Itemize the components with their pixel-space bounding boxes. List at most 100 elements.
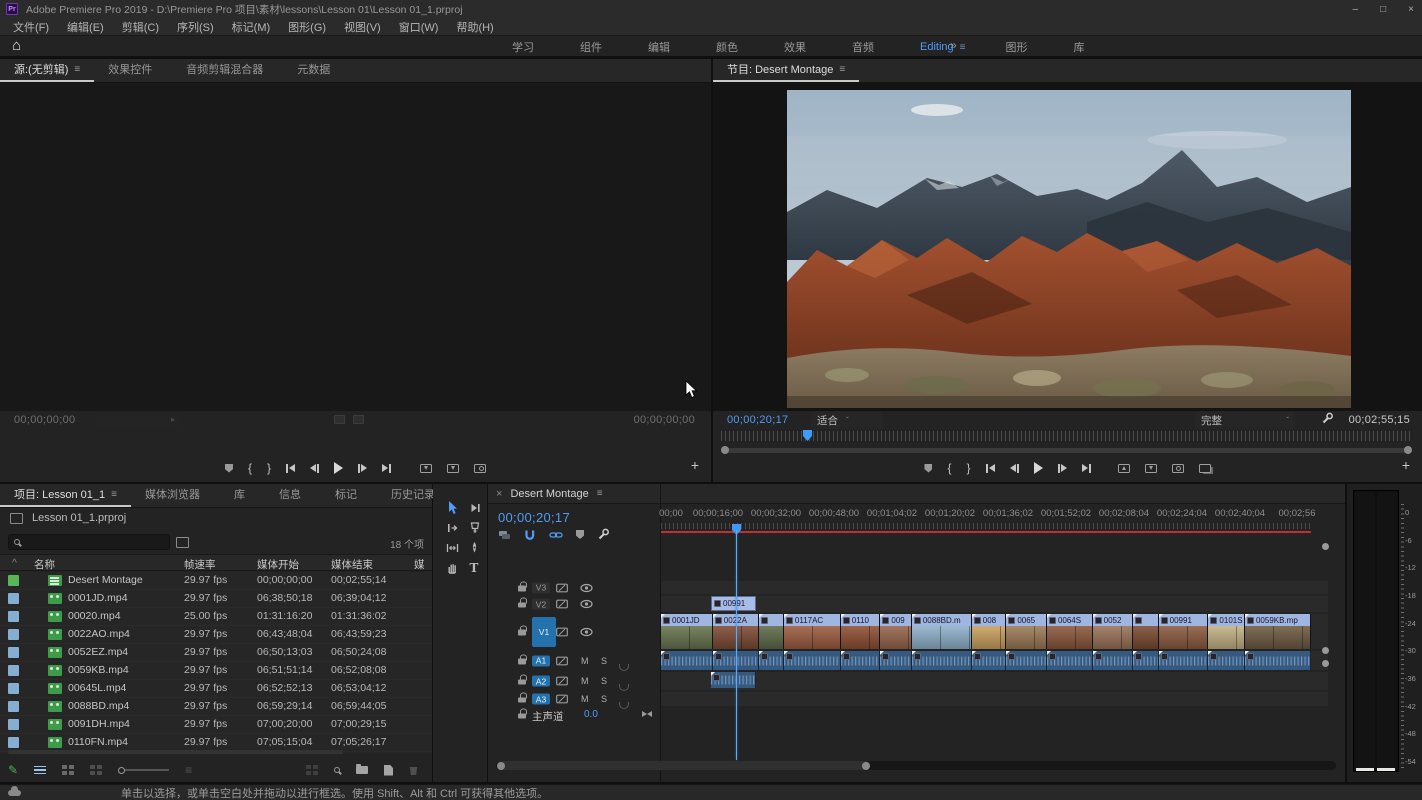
- selection-tool[interactable]: [446, 501, 459, 515]
- timeline-video-clip[interactable]: [759, 614, 784, 649]
- new-bin-button[interactable]: [356, 766, 368, 774]
- workspace-tab[interactable]: 图形: [985, 39, 1053, 55]
- track-target-button[interactable]: A2: [532, 676, 550, 687]
- nest-toggle-icon[interactable]: [498, 529, 511, 541]
- timeline-audio-clip[interactable]: [1093, 651, 1134, 670]
- lock-icon[interactable]: [518, 625, 526, 638]
- master-volume-value[interactable]: 0.0: [584, 709, 598, 720]
- timeline-audio-clip[interactable]: [759, 651, 784, 670]
- track-select-forward-tool[interactable]: [468, 501, 481, 515]
- fit-dropdown[interactable]: 适合 ˇ: [811, 412, 883, 429]
- project-row[interactable]: 0022AO.mp4 29.97 fps 06;43;48;04 06;43;5…: [0, 626, 432, 644]
- panel-tab[interactable]: 效果控件: [94, 57, 172, 82]
- timeline-video-clip[interactable]: 00991: [711, 596, 756, 611]
- settings-wrench-icon[interactable]: [1321, 412, 1334, 425]
- lock-icon[interactable]: [518, 581, 526, 594]
- button-editor-button[interactable]: +: [1402, 457, 1410, 473]
- drag-video-icon[interactable]: [334, 415, 345, 424]
- sync-lock-icon[interactable]: [556, 677, 568, 686]
- resolution-dropdown[interactable]: 完整 ˇ: [1195, 412, 1295, 429]
- workspace-tab[interactable]: 颜色: [696, 39, 764, 55]
- add-marker-button[interactable]: [225, 464, 233, 473]
- timeline-video-clip[interactable]: 0117AC: [784, 614, 841, 649]
- automate-to-sequence-button[interactable]: [306, 765, 318, 775]
- insert-button[interactable]: [420, 464, 432, 473]
- go-to-in-button[interactable]: [286, 464, 295, 473]
- timeline-audio-clip[interactable]: [1208, 651, 1245, 670]
- timeline-tab[interactable]: Desert Montage: [510, 488, 588, 500]
- panel-tab[interactable]: 标记: [321, 482, 377, 507]
- search-input[interactable]: [27, 535, 157, 549]
- ripple-edit-tool[interactable]: [446, 521, 459, 535]
- eye-icon[interactable]: [580, 583, 593, 592]
- source-zoom-dropdown[interactable]: ▸: [96, 413, 180, 428]
- timeline-video-clip[interactable]: 0110: [841, 614, 881, 649]
- sync-lock-icon[interactable]: [556, 695, 568, 704]
- project-row[interactable]: 0052EZ.mp4 29.97 fps 06;50;13;03 06;50;2…: [0, 644, 432, 662]
- timeline-video-clip[interactable]: 0064S: [1047, 614, 1093, 649]
- panel-tab[interactable]: 媒体浏览器: [131, 482, 220, 507]
- go-to-out-button[interactable]: [1082, 464, 1091, 473]
- hscroll-handle-left[interactable]: [497, 762, 505, 770]
- menu-item[interactable]: 帮助(H): [447, 19, 502, 35]
- menu-item[interactable]: 序列(S): [168, 19, 223, 35]
- step-back-button[interactable]: [1010, 464, 1019, 473]
- panel-menu-icon[interactable]: ≡: [111, 489, 117, 500]
- type-tool[interactable]: T: [470, 561, 479, 575]
- program-tab[interactable]: 节目: Desert Montage ≡: [713, 57, 859, 82]
- workspace-tab[interactable]: 音频: [832, 39, 900, 55]
- audio-meters[interactable]: [1353, 490, 1399, 772]
- zoom-slider[interactable]: [118, 767, 169, 774]
- panel-menu-icon[interactable]: ≡: [597, 488, 603, 499]
- label-chip[interactable]: [8, 665, 19, 676]
- timeline-ruler[interactable]: 00;0000;00;16;0000;00;32;0000;00;48;0000…: [661, 508, 1328, 522]
- hand-tool[interactable]: [446, 561, 459, 575]
- workspace-tab[interactable]: 组件: [560, 39, 628, 55]
- track-target-button[interactable]: V1: [532, 617, 556, 647]
- mute-button[interactable]: M: [581, 676, 589, 686]
- minimize-button[interactable]: –: [1353, 4, 1359, 15]
- timeline-timecode[interactable]: 00;00;20;17: [498, 510, 570, 525]
- freeform-view-button[interactable]: [90, 765, 102, 775]
- mark-in-button[interactable]: {: [248, 463, 252, 473]
- label-chip[interactable]: [8, 701, 19, 712]
- add-marker-button[interactable]: [924, 464, 932, 473]
- workspace-tab[interactable]: 编辑: [628, 39, 696, 55]
- panel-tab[interactable]: 源:(无剪辑) ≡: [0, 57, 94, 82]
- lock-icon[interactable]: [518, 693, 526, 706]
- timeline-playhead[interactable]: [732, 524, 741, 535]
- timeline-video-clip[interactable]: 008: [972, 614, 1007, 649]
- track-target-button[interactable]: V3: [532, 582, 550, 593]
- timeline-settings-icon[interactable]: [597, 528, 610, 541]
- search-box[interactable]: [8, 534, 170, 550]
- workspace-tab[interactable]: 效果: [764, 39, 832, 55]
- sync-lock-icon[interactable]: [556, 627, 568, 636]
- timeline-video-clip[interactable]: 0059KB.mp: [1245, 614, 1311, 649]
- export-frame-button[interactable]: [474, 464, 486, 473]
- project-breadcrumb[interactable]: Lesson 01_1.prproj: [32, 512, 126, 524]
- program-zoom-scrollbar[interactable]: [723, 448, 1410, 453]
- hscroll-handle-right[interactable]: [862, 762, 870, 770]
- vertical-scroll-handle[interactable]: [1322, 543, 1329, 550]
- vertical-scroll-handle[interactable]: [1322, 660, 1329, 667]
- add-marker-icon[interactable]: [576, 530, 584, 539]
- timeline-audio-clip[interactable]: [912, 651, 972, 670]
- panel-tab[interactable]: 元数据: [283, 57, 350, 82]
- project-row[interactable]: 0001JD.mp4 29.97 fps 06;38;50;18 06;39;0…: [0, 590, 432, 608]
- menu-item[interactable]: 标记(M): [223, 19, 280, 35]
- step-forward-button[interactable]: [1058, 464, 1067, 473]
- lock-icon[interactable]: [518, 709, 526, 722]
- step-back-button[interactable]: [310, 464, 319, 473]
- eye-icon[interactable]: [580, 600, 593, 609]
- timeline-audio-clip[interactable]: [880, 651, 911, 670]
- extract-button[interactable]: [1145, 464, 1157, 473]
- timeline-audio-clip[interactable]: [1047, 651, 1093, 670]
- filter-bin-icon[interactable]: [176, 537, 189, 548]
- timeline-video-clip[interactable]: 0065: [1006, 614, 1047, 649]
- solo-button[interactable]: S: [601, 656, 607, 666]
- sync-status-icon[interactable]: [8, 790, 21, 796]
- drag-audio-icon[interactable]: [353, 415, 364, 424]
- sync-lock-icon[interactable]: [556, 583, 568, 592]
- solo-button[interactable]: S: [601, 676, 607, 686]
- track-lane[interactable]: [661, 596, 1328, 612]
